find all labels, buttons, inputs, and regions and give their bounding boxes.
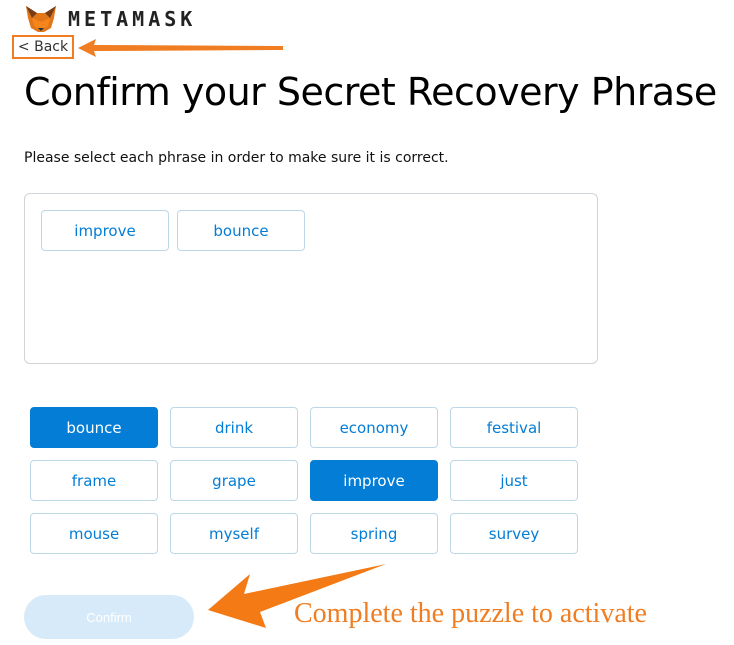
word-button-survey[interactable]: survey <box>450 513 578 554</box>
word-button-frame[interactable]: frame <box>30 460 158 501</box>
page-subtitle: Please select each phrase in order to ma… <box>24 150 449 166</box>
word-button-myself[interactable]: myself <box>170 513 298 554</box>
word-button-drink[interactable]: drink <box>170 407 298 448</box>
word-button-bounce[interactable]: bounce <box>30 407 158 448</box>
annotation-text: Complete the puzzle to activate <box>294 598 647 629</box>
selected-phrase-area: improve bounce <box>24 193 598 364</box>
word-button-festival[interactable]: festival <box>450 407 578 448</box>
brand-name: METAMASK <box>68 7 197 31</box>
annotation-arrow-back <box>78 39 283 57</box>
page-title: Confirm your Secret Recovery Phrase <box>24 70 717 114</box>
word-button-grape[interactable]: grape <box>170 460 298 501</box>
back-button[interactable]: < Back <box>12 35 74 59</box>
word-button-improve[interactable]: improve <box>310 460 438 501</box>
word-button-economy[interactable]: economy <box>310 407 438 448</box>
selected-word-chip[interactable]: improve <box>41 210 169 251</box>
selected-word-chip[interactable]: bounce <box>177 210 305 251</box>
confirm-button[interactable]: Confirm <box>24 595 194 639</box>
word-button-spring[interactable]: spring <box>310 513 438 554</box>
word-button-mouse[interactable]: mouse <box>30 513 158 554</box>
fox-icon <box>26 6 56 32</box>
word-button-just[interactable]: just <box>450 460 578 501</box>
metamask-logo: METAMASK <box>24 4 196 34</box>
